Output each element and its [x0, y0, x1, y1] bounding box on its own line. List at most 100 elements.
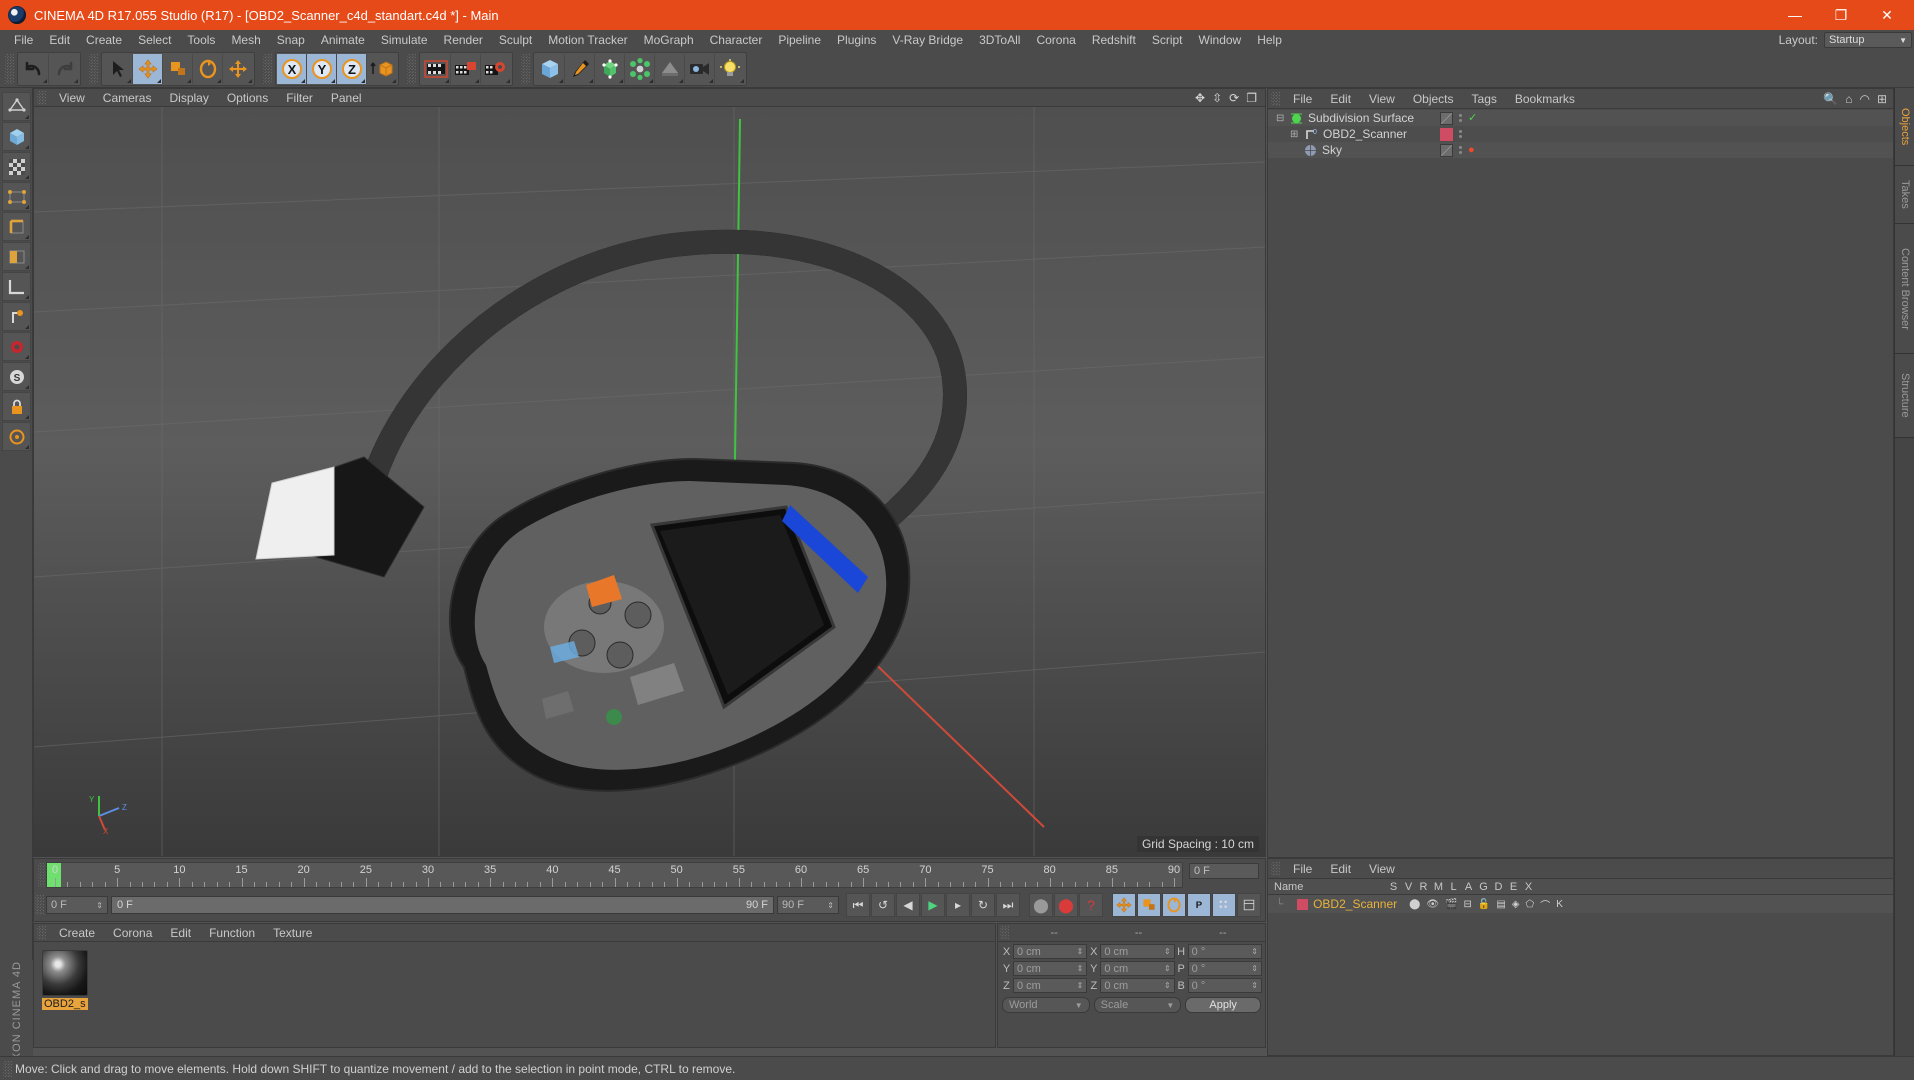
- flyout-corner-icon[interactable]: [679, 78, 683, 83]
- layer-menu-view[interactable]: View: [1360, 859, 1404, 879]
- home-icon[interactable]: ⌂: [1845, 92, 1852, 106]
- layer-column-d[interactable]: D: [1491, 881, 1506, 893]
- render-to-picture-viewer-button[interactable]: [451, 53, 481, 84]
- menu-item-redshift[interactable]: Redshift: [1084, 30, 1144, 50]
- layer-manager-grip-icon[interactable]: [1271, 861, 1280, 876]
- menu-item-motion-tracker[interactable]: Motion Tracker: [540, 30, 635, 50]
- flyout-corner-icon[interactable]: [157, 78, 161, 83]
- toolbar-grip-icon[interactable]: [263, 53, 272, 84]
- menu-item-character[interactable]: Character: [702, 30, 771, 50]
- make-editable-button[interactable]: [2, 92, 31, 121]
- flyout-corner-icon[interactable]: [709, 78, 713, 83]
- object-menu-file[interactable]: File: [1284, 89, 1321, 109]
- flyout-corner-icon[interactable]: [25, 295, 29, 299]
- object-menu-edit[interactable]: Edit: [1321, 89, 1360, 109]
- live-selection-button[interactable]: [103, 53, 133, 84]
- play-forward-button[interactable]: ▶: [921, 893, 945, 917]
- object-row[interactable]: Sky ●: [1268, 142, 1893, 158]
- stepper-icon[interactable]: ⇕: [1251, 964, 1258, 973]
- flyout-corner-icon[interactable]: [331, 78, 335, 83]
- add-camera-button[interactable]: [685, 53, 715, 84]
- solo-toggle-icon[interactable]: ⬤: [1409, 899, 1420, 910]
- layer-column-e[interactable]: E: [1506, 881, 1521, 893]
- object-tag-icon[interactable]: [1440, 143, 1453, 157]
- flyout-corner-icon[interactable]: [187, 78, 191, 83]
- tree-expander-icon[interactable]: ⊟: [1276, 113, 1289, 124]
- toolbar-grip-icon[interactable]: [407, 53, 416, 84]
- loop-button[interactable]: ↻: [971, 893, 995, 917]
- pan-icon[interactable]: ✥: [1195, 91, 1205, 105]
- animation-toggle-icon[interactable]: ▤: [1496, 899, 1505, 910]
- menu-item-corona[interactable]: Corona: [1028, 30, 1083, 50]
- go-to-end-button[interactable]: ⏭: [996, 893, 1020, 917]
- polygons-mode-button[interactable]: [2, 242, 31, 271]
- flyout-corner-icon[interactable]: [506, 78, 510, 83]
- stepper-icon[interactable]: ⇕: [1164, 947, 1171, 956]
- flyout-corner-icon[interactable]: [589, 78, 593, 83]
- play-backwards-frame-button[interactable]: ↺: [871, 893, 895, 917]
- menu-item-edit[interactable]: Edit: [41, 30, 78, 50]
- workplane-button[interactable]: [2, 272, 31, 301]
- object-menu-objects[interactable]: Objects: [1404, 89, 1463, 109]
- flyout-corner-icon[interactable]: [25, 145, 29, 149]
- stepper-icon[interactable]: ⇕: [1164, 964, 1171, 973]
- flyout-corner-icon[interactable]: [25, 205, 29, 209]
- coord-rotation-h-field[interactable]: 0 ° ⇕: [1187, 944, 1262, 959]
- add-cube-button[interactable]: [535, 53, 565, 84]
- toolbar-grip-icon[interactable]: [521, 53, 530, 84]
- coord-size-y-field[interactable]: 0 cm ⇕: [1100, 961, 1175, 976]
- rotate-tool-button[interactable]: [193, 53, 223, 84]
- material-menu-function[interactable]: Function: [200, 924, 264, 942]
- layer-color-swatch[interactable]: [1297, 898, 1309, 910]
- vertical-tab-structure[interactable]: Structure: [1895, 354, 1914, 438]
- stepper-icon[interactable]: ⇕: [1077, 964, 1084, 973]
- apply-button[interactable]: Apply: [1185, 997, 1262, 1013]
- next-frame-button[interactable]: ▸: [946, 893, 970, 917]
- menu-item-mesh[interactable]: Mesh: [223, 30, 268, 50]
- world-object-coord-button[interactable]: [367, 53, 397, 84]
- layer-column-l[interactable]: L: [1446, 881, 1461, 893]
- layer-column-r[interactable]: R: [1416, 881, 1431, 893]
- coord-system-dropdown[interactable]: World ▼: [1002, 997, 1090, 1013]
- layer-row[interactable]: └ OBD2_Scanner ⬤ 👁 🎬 ⊟ 🔓 ▤ ◈ ⬠ ⌒ K: [1268, 895, 1893, 913]
- visibility-dots-icon[interactable]: [1459, 130, 1462, 138]
- flyout-corner-icon[interactable]: [25, 445, 29, 449]
- menu-item-help[interactable]: Help: [1249, 30, 1290, 50]
- z-axis-lock-button[interactable]: Z: [337, 53, 367, 84]
- flyout-corner-icon[interactable]: [25, 325, 29, 329]
- material-menu-create[interactable]: Create: [50, 924, 104, 942]
- coord-size-z-field[interactable]: 0 cm ⇕: [1100, 978, 1175, 993]
- material-menu-edit[interactable]: Edit: [161, 924, 200, 942]
- object-menu-view[interactable]: View: [1360, 89, 1404, 109]
- scale-key-button[interactable]: [1137, 893, 1161, 917]
- menu-item-create[interactable]: Create: [78, 30, 130, 50]
- coord-position-y-field[interactable]: 0 cm ⇕: [1013, 961, 1088, 976]
- flyout-corner-icon[interactable]: [649, 78, 653, 83]
- layer-column-m[interactable]: M: [1431, 881, 1446, 893]
- vertical-tab-takes[interactable]: Takes: [1895, 166, 1914, 224]
- viewport-menu-panel[interactable]: Panel: [322, 89, 371, 107]
- flyout-corner-icon[interactable]: [559, 78, 563, 83]
- viewport-menu-view[interactable]: View: [50, 89, 94, 107]
- move-axis-button[interactable]: [223, 53, 253, 84]
- render-view-button[interactable]: [421, 53, 451, 84]
- record-active-objects-button[interactable]: ⬤: [1029, 893, 1053, 917]
- y-axis-lock-button[interactable]: Y: [307, 53, 337, 84]
- layer-menu-edit[interactable]: Edit: [1321, 859, 1360, 879]
- coord-grip-icon[interactable]: [1000, 926, 1009, 939]
- flyout-corner-icon[interactable]: [25, 265, 29, 269]
- search-icon[interactable]: 🔍: [1823, 92, 1838, 106]
- flyout-corner-icon[interactable]: [74, 78, 78, 83]
- layer-column-v[interactable]: V: [1401, 881, 1416, 893]
- menu-item-simulate[interactable]: Simulate: [373, 30, 436, 50]
- render-toggle-icon[interactable]: 🎬: [1445, 899, 1457, 910]
- point-level-animation-button[interactable]: [1212, 893, 1236, 917]
- menu-item-plugins[interactable]: Plugins: [829, 30, 884, 50]
- stepper-icon[interactable]: ⇕: [1251, 947, 1258, 956]
- move-tool-button[interactable]: [133, 53, 163, 84]
- timeline-layout-button[interactable]: [1237, 893, 1261, 917]
- layout-selector[interactable]: Layout: Startup ▼: [1779, 32, 1914, 48]
- position-key-button[interactable]: [1112, 893, 1136, 917]
- panel-grip-icon[interactable]: [37, 90, 46, 105]
- layer-column-x[interactable]: X: [1521, 881, 1536, 893]
